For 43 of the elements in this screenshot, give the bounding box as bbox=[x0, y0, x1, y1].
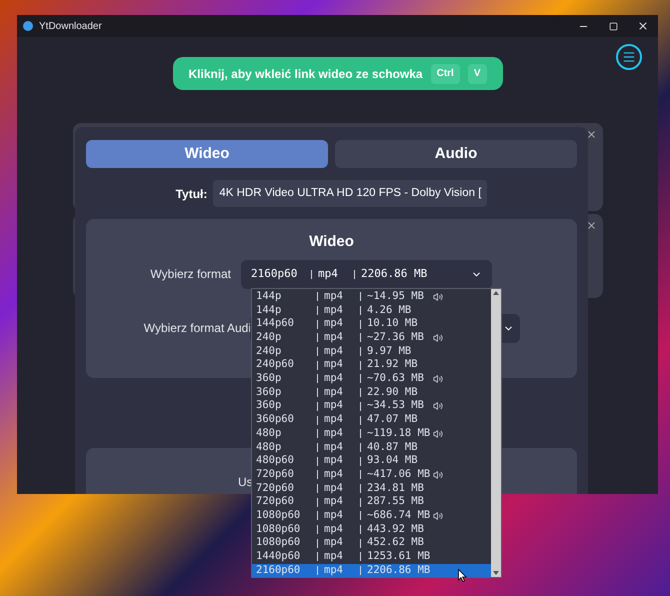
maximize-icon bbox=[608, 22, 618, 30]
format-option[interactable]: 240p mp4 9.97 MB bbox=[252, 344, 491, 358]
format-option[interactable]: 480p mp4 ~119.18 MB bbox=[252, 426, 491, 441]
tab[interactable]: Audio bbox=[335, 140, 577, 168]
format-label: Wybierz format bbox=[149, 266, 232, 283]
keyboard-key: Ctrl bbox=[430, 64, 460, 84]
format-option[interactable]: 720p60 mp4 287.55 MB bbox=[252, 495, 491, 509]
format-option[interactable]: 1080p60 mp4 443.92 MB bbox=[252, 522, 491, 536]
tab[interactable]: Wideo bbox=[86, 140, 328, 168]
menu-icon bbox=[622, 50, 636, 64]
mouse-cursor-icon bbox=[458, 569, 467, 582]
menu-button[interactable] bbox=[616, 44, 642, 70]
format-option[interactable]: 480p mp4 40.87 MB bbox=[252, 440, 491, 454]
format-option[interactable]: 1080p60 mp4 452.62 MB bbox=[252, 536, 491, 550]
window-title: YtDownloader bbox=[39, 20, 102, 34]
scroll-down-icon[interactable] bbox=[493, 571, 499, 575]
format-option[interactable]: 2160p60 mp4 2206.86 MB bbox=[252, 564, 491, 578]
app-logo-icon bbox=[23, 21, 33, 31]
audio-format-label: Wybierz format Audi bbox=[142, 320, 251, 337]
format-select[interactable]: 2160p60 mp4 2206.86 MB bbox=[241, 260, 492, 288]
section-heading: Wideo bbox=[309, 232, 354, 252]
title-label: Tytuł: bbox=[176, 186, 208, 202]
close-icon[interactable] bbox=[586, 220, 596, 231]
format-option[interactable]: 720p60 mp4 ~417.06 MB bbox=[252, 468, 491, 482]
scroll-up-icon[interactable] bbox=[493, 291, 499, 295]
format-option[interactable]: 144p mp4 4.26 MB bbox=[252, 304, 491, 318]
title-field[interactable]: 4K HDR Video ULTRA HD 120 FPS - Dolby Vision [ bbox=[213, 180, 488, 207]
keyboard-key: V bbox=[468, 64, 486, 84]
format-option[interactable]: 1080p60 mp4 ~686.74 MB bbox=[252, 509, 491, 523]
format-option[interactable]: 360p mp4 ~70.63 MB bbox=[252, 372, 491, 386]
close-icon[interactable] bbox=[586, 129, 596, 140]
format-option[interactable]: 480p60 mp4 93.04 MB bbox=[252, 454, 491, 468]
format-option[interactable]: 240p mp4 ~27.36 MB bbox=[252, 331, 491, 345]
format-option[interactable]: 240p60 mp4 21.92 MB bbox=[252, 358, 491, 372]
close-icon bbox=[637, 20, 649, 32]
format-option[interactable]: 144p mp4 ~14.95 MB bbox=[252, 290, 491, 304]
format-option[interactable]: 144p60 mp4 10.10 MB bbox=[252, 317, 491, 332]
scrollbar[interactable] bbox=[491, 289, 501, 577]
format-option[interactable]: 360p mp4 22.90 MB bbox=[252, 386, 491, 400]
format-option[interactable]: 360p mp4 ~34.53 MB bbox=[252, 400, 491, 414]
format-option[interactable]: 360p60 mp4 47.07 MB bbox=[252, 413, 491, 427]
format-option[interactable]: 1440p60 mp4 1253.61 MB bbox=[252, 550, 491, 564]
format-option[interactable]: 720p60 mp4 234.81 MB bbox=[252, 482, 491, 496]
